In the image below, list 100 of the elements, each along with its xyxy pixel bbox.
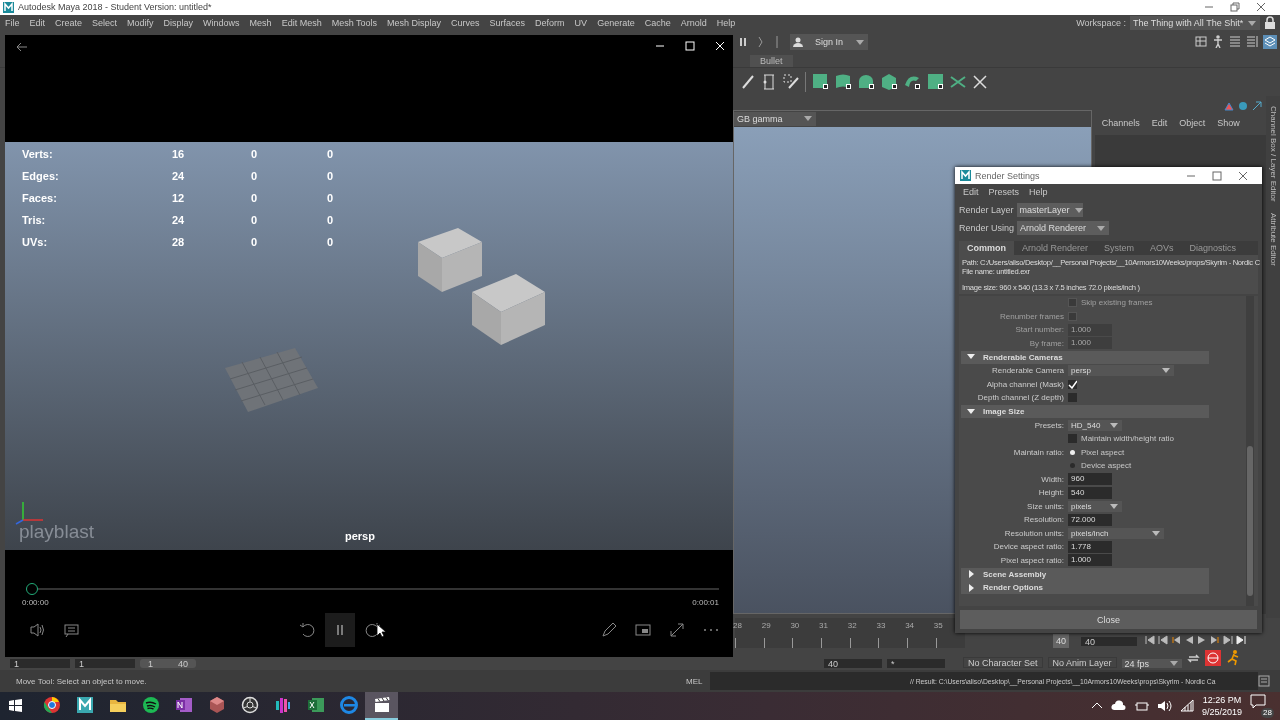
workspace-dropdown[interactable]: The Thing with All The Shit* bbox=[1130, 16, 1260, 31]
menu-item[interactable]: Surfaces bbox=[489, 18, 526, 29]
chevron-up-icon[interactable] bbox=[1090, 701, 1103, 711]
menu-item[interactable]: Cache bbox=[644, 18, 671, 29]
menu-item[interactable]: File bbox=[5, 18, 20, 29]
frame-field[interactable]: * bbox=[887, 659, 945, 668]
caret-icon[interactable] bbox=[855, 37, 865, 47]
cross-arrows-icon[interactable] bbox=[950, 73, 966, 90]
grid-icon[interactable] bbox=[1195, 35, 1207, 49]
input-field[interactable]: 1.778 bbox=[1068, 540, 1112, 553]
menu-item[interactable]: UV bbox=[574, 18, 588, 29]
section-header[interactable]: Scene Assembly bbox=[961, 567, 1209, 581]
current-frame-marker[interactable]: 40 bbox=[1053, 634, 1069, 649]
shelf-shape-icon[interactable] bbox=[858, 73, 875, 91]
volume-icon[interactable] bbox=[30, 622, 46, 638]
menu-item[interactable]: Object bbox=[1179, 117, 1206, 132]
caret-icon[interactable] bbox=[1151, 528, 1161, 538]
back-arrow-icon[interactable] bbox=[15, 41, 28, 53]
tab[interactable]: Arnold Renderer bbox=[1014, 241, 1097, 255]
auto-key-icon[interactable] bbox=[1204, 650, 1221, 667]
caret-icon[interactable] bbox=[1168, 659, 1179, 668]
skip-end-icon[interactable] bbox=[1236, 635, 1246, 646]
checkbox[interactable] bbox=[1068, 393, 1077, 403]
play-back-icon[interactable] bbox=[1184, 635, 1194, 646]
rewind-icon[interactable] bbox=[299, 622, 315, 638]
captions-icon[interactable] bbox=[64, 622, 79, 638]
menu-item[interactable]: Edit Mesh bbox=[281, 18, 322, 29]
input-field[interactable]: 1.000 bbox=[1068, 554, 1112, 567]
key-forward-icon[interactable] bbox=[1210, 635, 1220, 646]
start-icon[interactable] bbox=[8, 698, 23, 714]
battery-plug-icon[interactable] bbox=[1133, 700, 1149, 712]
bracket-icon[interactable] bbox=[761, 73, 777, 90]
caret-icon[interactable] bbox=[1096, 223, 1107, 233]
shelf-shape-icon[interactable] bbox=[927, 73, 944, 91]
tab[interactable]: Diagnostics bbox=[1181, 241, 1245, 255]
wifi-icon[interactable] bbox=[1179, 699, 1194, 713]
arrow-icon[interactable] bbox=[1252, 100, 1263, 111]
anim-layer-dropdown[interactable]: No Anim Layer bbox=[1047, 657, 1117, 668]
frame-field[interactable]: 1 bbox=[75, 659, 135, 668]
input-field[interactable]: 540 bbox=[1068, 486, 1112, 499]
renderer-dropdown[interactable]: Arnold Renderer bbox=[1017, 221, 1110, 235]
command-language[interactable]: MEL bbox=[686, 676, 710, 686]
menu-item[interactable]: Create bbox=[55, 18, 83, 29]
side-tab[interactable]: Attribute Editor bbox=[1268, 213, 1278, 267]
running-figure-icon[interactable] bbox=[1225, 650, 1240, 667]
section-header[interactable]: Renderable Cameras bbox=[961, 350, 1209, 364]
script-editor-icon[interactable] bbox=[1258, 675, 1270, 687]
menu-item[interactable]: Presets bbox=[988, 187, 1020, 198]
radio-button[interactable] bbox=[1070, 463, 1075, 469]
character-set-dropdown[interactable]: No Character Set bbox=[963, 657, 1043, 668]
tab[interactable]: Common bbox=[959, 241, 1014, 255]
menu-item[interactable]: Mesh Tools bbox=[331, 18, 377, 29]
taskbar-app[interactable] bbox=[365, 692, 398, 720]
menu-item[interactable]: Channels bbox=[1101, 117, 1140, 132]
menu-item[interactable]: Select bbox=[92, 18, 118, 29]
section-header[interactable]: Image Size bbox=[961, 405, 1209, 418]
render-layer-dropdown[interactable]: masterLayer bbox=[1016, 203, 1083, 217]
skip-start-icon[interactable] bbox=[1145, 635, 1155, 646]
select-pencil-icon[interactable] bbox=[783, 73, 799, 90]
caret-icon[interactable] bbox=[1073, 205, 1084, 215]
menu-item[interactable]: Show bbox=[1217, 117, 1240, 132]
menu-item[interactable]: Display bbox=[163, 18, 194, 29]
frame-range-control[interactable]: 1 40 bbox=[140, 659, 196, 668]
shelf-shape-icon[interactable] bbox=[812, 73, 829, 91]
color-space-dropdown[interactable]: GB gamma bbox=[734, 111, 816, 126]
caret-icon[interactable] bbox=[1109, 420, 1119, 430]
play-icon[interactable] bbox=[1197, 635, 1207, 646]
section-header[interactable]: Render Options bbox=[961, 581, 1209, 594]
tab[interactable]: System bbox=[1096, 241, 1143, 255]
menu-item[interactable]: Mesh Display bbox=[387, 18, 442, 29]
step-forward-icon[interactable] bbox=[1223, 635, 1233, 646]
menu-item[interactable]: Help bbox=[716, 18, 736, 29]
frame-field[interactable]: 40 bbox=[824, 659, 882, 668]
fullscreen-icon[interactable] bbox=[669, 622, 685, 638]
scrollbar[interactable] bbox=[1246, 296, 1254, 606]
dropdown[interactable]: persp bbox=[1068, 365, 1174, 377]
menu-item[interactable]: Mesh bbox=[249, 18, 272, 29]
dropdown[interactable]: HD_540 bbox=[1068, 419, 1122, 431]
progress-thumb[interactable] bbox=[26, 583, 38, 595]
dropdown[interactable]: pixels/inch bbox=[1068, 527, 1164, 539]
menu-item[interactable]: Edit bbox=[1151, 117, 1168, 132]
list-icon[interactable] bbox=[1229, 35, 1241, 49]
end-frame-field[interactable]: 40 bbox=[1081, 637, 1137, 647]
sign-in-dropdown[interactable]: Sign In bbox=[790, 34, 868, 51]
pause-button[interactable] bbox=[325, 613, 355, 647]
key-back-icon[interactable] bbox=[1171, 635, 1181, 646]
list-icon[interactable] bbox=[1246, 35, 1258, 49]
shelf-shape-icon[interactable] bbox=[835, 73, 852, 91]
shelf-shape-icon[interactable] bbox=[881, 73, 898, 91]
caret-icon[interactable] bbox=[1247, 18, 1258, 28]
menu-item[interactable]: Deform bbox=[535, 18, 565, 29]
tab[interactable]: AOVs bbox=[1142, 241, 1182, 255]
pause-icon[interactable] bbox=[738, 36, 748, 49]
layers-icon[interactable] bbox=[1263, 35, 1277, 50]
radio-button[interactable] bbox=[1070, 449, 1075, 455]
frame-field[interactable]: 1 bbox=[10, 659, 70, 668]
speaker-icon[interactable] bbox=[1156, 700, 1172, 712]
mini-view-icon[interactable] bbox=[635, 622, 651, 638]
loop-icon[interactable] bbox=[1186, 652, 1200, 665]
side-tab[interactable]: Channel Box / Layer Editor bbox=[1268, 105, 1278, 202]
